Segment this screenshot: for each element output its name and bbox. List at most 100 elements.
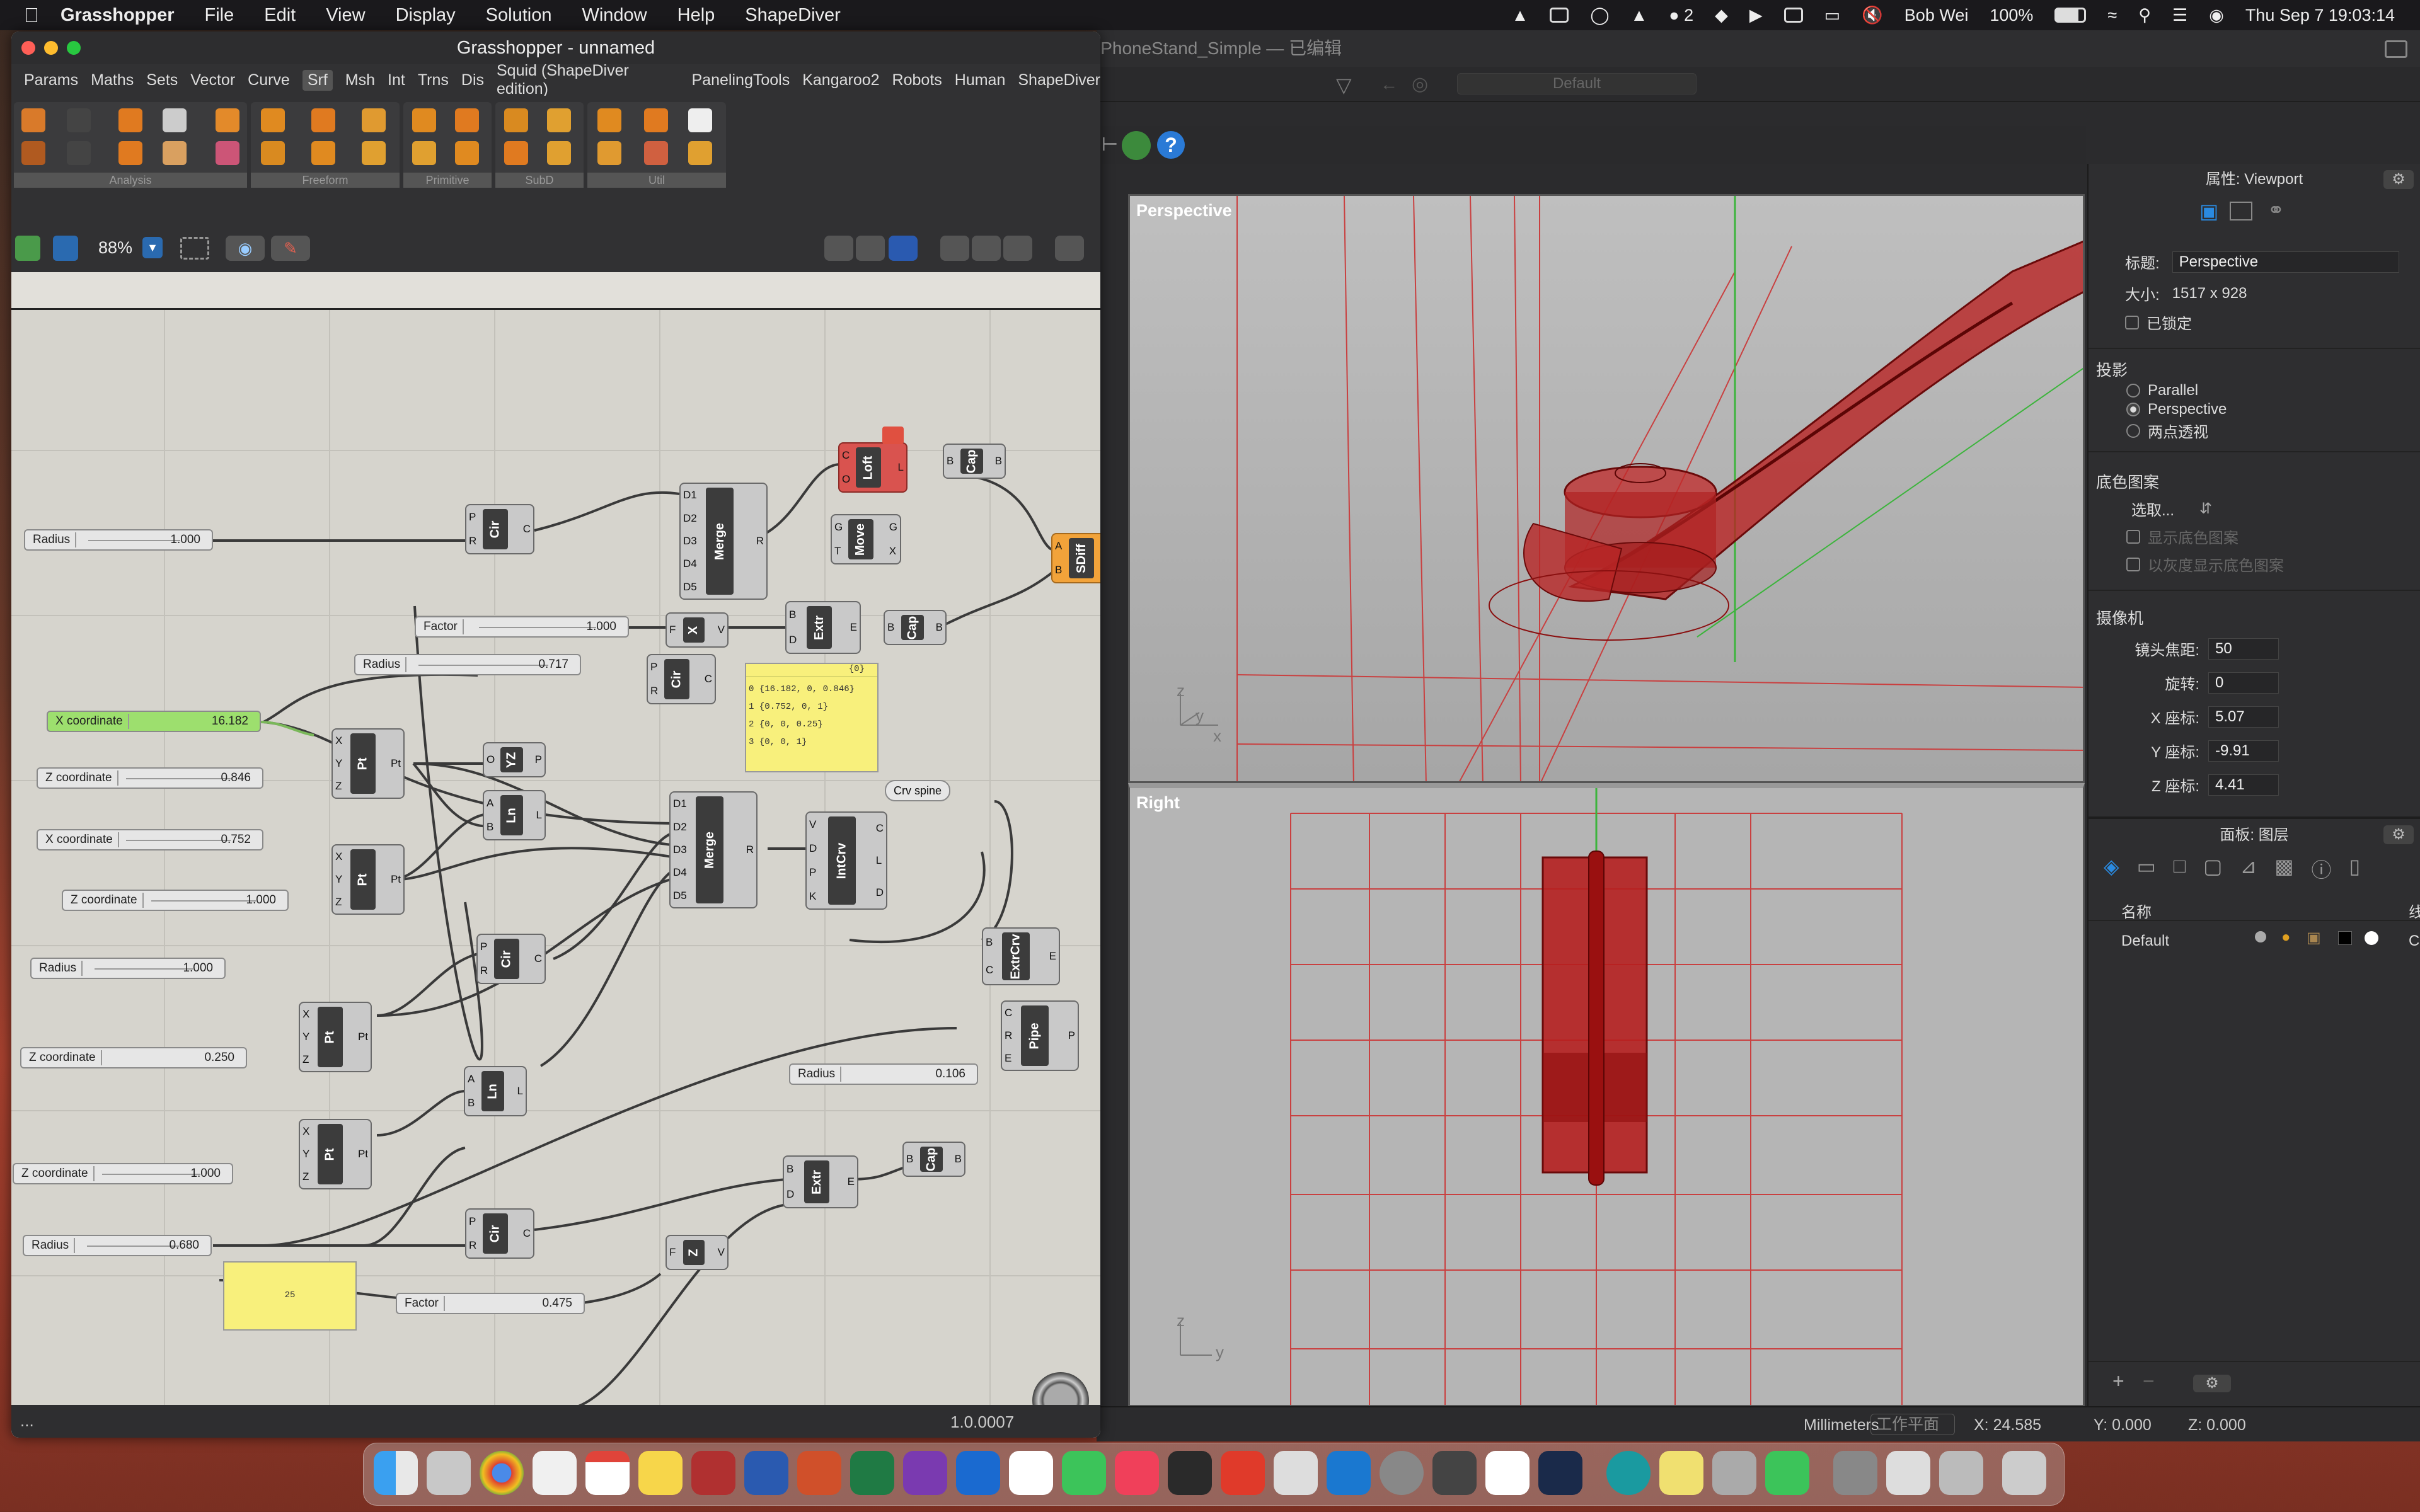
cylinder-icon[interactable] (455, 108, 479, 132)
param-crv-spine[interactable]: Crv spine (885, 780, 951, 801)
save-icon[interactable] (53, 236, 78, 261)
group-subd-label[interactable]: SubD (495, 173, 584, 188)
component-ln-1[interactable]: A B Ln L (483, 790, 546, 840)
component-pipe[interactable]: C R E Pipe P (1001, 1000, 1079, 1071)
title-field[interactable]: Perspective (2172, 251, 2399, 273)
menu-display[interactable]: Display (396, 5, 456, 26)
gray-bg-checkbox[interactable] (2126, 557, 2140, 571)
component-cir-1[interactable]: P R Cir C (465, 504, 534, 554)
component-cap-1[interactable]: B Cap B (943, 444, 1006, 479)
slider-z-coordinate-4[interactable]: Z coordinate 1.000 (13, 1163, 233, 1184)
menu-view[interactable]: View (326, 5, 365, 26)
stickies-icon[interactable] (1659, 1451, 1703, 1495)
component-pt-1[interactable]: X Y Z Pt Pt (331, 728, 405, 799)
trash-icon[interactable] (2002, 1451, 2046, 1495)
lock-icon[interactable]: ▣ (2307, 929, 2321, 947)
battery-icon[interactable] (2054, 8, 2087, 23)
evaluate-icon[interactable] (118, 108, 142, 132)
component-intcrv[interactable]: V D P K IntCrv C L D (805, 811, 887, 910)
add-layer-icon[interactable]: + (2112, 1370, 2124, 1393)
wechat-icon[interactable]: ● 2 (1669, 6, 1693, 25)
tab-msh[interactable]: Msh (345, 71, 375, 89)
group-analysis-label[interactable]: Analysis (14, 173, 247, 188)
tab-sets[interactable]: Sets (146, 71, 178, 89)
component-pt-3[interactable]: X Y Z Pt Pt (299, 1002, 372, 1072)
cam-y-field[interactable]: -9.91 (2208, 740, 2279, 762)
rotation-field[interactable]: 0 (2208, 672, 2279, 694)
cplane-select[interactable]: 工作平面 (1870, 1414, 1955, 1435)
downloads-icon[interactable] (1833, 1451, 1877, 1495)
component-merge-1[interactable]: D1 D2 D3 D4 D5 Merge R (679, 483, 768, 600)
acrobat-icon[interactable] (1221, 1451, 1265, 1495)
excel-icon[interactable] (850, 1451, 894, 1495)
tab-dis[interactable]: Dis (461, 71, 484, 89)
preview-wire-icon[interactable] (856, 236, 885, 261)
subd-box-icon[interactable] (504, 108, 528, 132)
rhino-app-icon[interactable] (1168, 1451, 1212, 1495)
viewport-icon[interactable] (2230, 202, 2252, 220)
finder-icon[interactable] (374, 1451, 418, 1495)
reminders-icon[interactable] (533, 1451, 577, 1495)
component-pt-2[interactable]: X Y Z Pt Pt (331, 844, 405, 915)
background-select[interactable]: 选取... (2131, 498, 2174, 520)
zoom-dropdown-icon[interactable]: ▼ (142, 237, 163, 258)
layer-line-header[interactable]: 线 (2409, 900, 2420, 922)
menu-solution[interactable]: Solution (486, 5, 552, 26)
gh-canvas[interactable]: Radius 1.000 Factor 1.000 Radius 0.717 X co… (11, 272, 1100, 1438)
retrim-icon[interactable] (688, 141, 712, 165)
group-util-label[interactable]: Util (587, 173, 726, 188)
mute-icon[interactable]: 🔇 (1862, 5, 1883, 25)
right-viewport[interactable]: Right z y (1128, 783, 2085, 1407)
layer-default[interactable]: Default (2121, 932, 2169, 950)
frame-icon[interactable] (163, 141, 187, 165)
calendar-icon[interactable] (585, 1451, 630, 1495)
current-layer-dot[interactable] (2255, 931, 2266, 942)
brep-icon[interactable] (21, 141, 45, 165)
preview-shaded-icon[interactable] (889, 236, 918, 261)
control-center-icon[interactable]: ☰ (2172, 6, 2187, 25)
boundary-icon[interactable] (261, 108, 285, 132)
subd-fuse-icon[interactable] (547, 108, 571, 132)
lightbulb-icon[interactable]: ● (2281, 929, 2291, 946)
menu-edit[interactable]: Edit (264, 5, 296, 26)
component-ln-2[interactable]: A B Ln L (464, 1066, 527, 1116)
network-icon[interactable] (311, 141, 335, 165)
tab-panelingtools[interactable]: PanelingTools (692, 71, 790, 89)
link-icon[interactable]: ⚭ (2267, 198, 2285, 222)
warning-badge[interactable] (882, 427, 904, 444)
vscode-icon[interactable] (1327, 1451, 1371, 1495)
component-cap-2[interactable]: B Cap B (884, 610, 947, 645)
subd-edges-icon[interactable] (547, 141, 571, 165)
curvature-icon[interactable] (216, 141, 239, 165)
preview-mesh-icon[interactable] (972, 236, 1001, 261)
menu-file[interactable]: File (205, 5, 234, 26)
menu-window[interactable]: Window (582, 5, 647, 26)
apple-icon[interactable]:  (24, 4, 39, 27)
chrome-icon[interactable] (480, 1451, 524, 1495)
tab-maths[interactable]: Maths (91, 71, 134, 89)
layers-icon[interactable]: ◈ (2104, 854, 2119, 883)
input-source-icon[interactable] (1783, 8, 1803, 23)
panel-number[interactable]: 25 (223, 1261, 357, 1331)
component-unit-z[interactable]: FZV (666, 1235, 729, 1270)
preview-eye-icon[interactable]: ◉ (226, 236, 265, 261)
target-icon[interactable]: ◎ (1412, 73, 1428, 95)
component-loft[interactable]: C O Loft L (838, 442, 908, 493)
component-pt-4[interactable]: X Y Z Pt Pt (299, 1119, 372, 1189)
sweep-icon[interactable] (362, 108, 386, 132)
clock[interactable]: Thu Sep 7 19:03:14 (2245, 6, 2395, 25)
globe-icon[interactable]: ◯ (1590, 6, 1609, 25)
tab-params[interactable]: Params (24, 71, 78, 89)
lens-field[interactable]: 50 (2208, 638, 2279, 660)
wifi-icon[interactable]: ≈ (2107, 6, 2117, 25)
camera-icon[interactable]: ▣ (2199, 199, 2227, 222)
notes-app-icon[interactable] (638, 1451, 683, 1495)
offset-icon[interactable] (644, 141, 668, 165)
component-cir-2[interactable]: P R Cir C (647, 654, 716, 704)
help-icon[interactable]: ? (1157, 131, 1185, 159)
grasshopper-icon[interactable] (1122, 131, 1151, 160)
display-mode-select[interactable]: Default (1457, 73, 1697, 94)
notes-icon[interactable] (1550, 8, 1569, 23)
preview-mat-icon[interactable] (1003, 236, 1032, 261)
zoom-level[interactable]: 88% (98, 238, 132, 258)
